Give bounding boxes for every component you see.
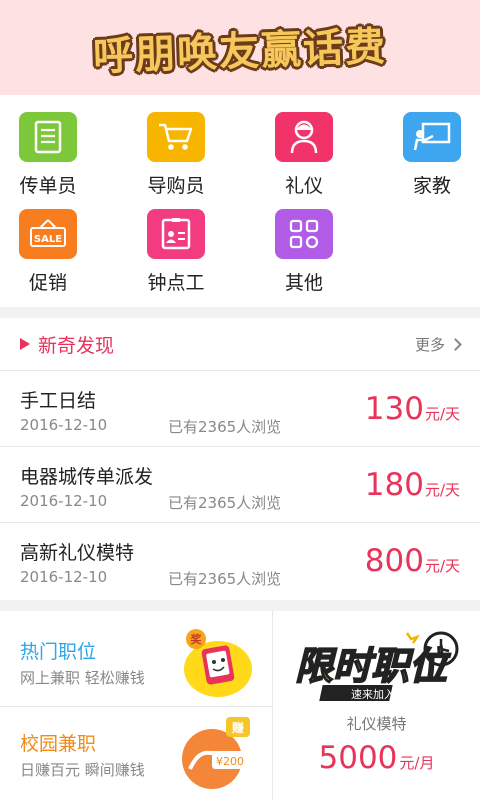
category-grid: 传单员 导购员 礼仪 家教 SALE 促销 钟点工 其他 xyxy=(0,95,480,307)
money-hand-icon: ¥200 赚 xyxy=(182,717,250,789)
grid-apps-icon xyxy=(275,209,333,259)
prize-badge: 奖 xyxy=(191,632,203,646)
cart-icon xyxy=(147,112,205,162)
job-pay: 180 元/天 xyxy=(365,467,460,503)
category-promotion[interactable]: SALE 促销 xyxy=(3,209,93,301)
pay-amount: 180 xyxy=(364,467,424,503)
sale-tag-icon: SALE xyxy=(19,209,77,259)
category-label: 礼仪 xyxy=(284,175,323,197)
job-list-item[interactable]: 手工日结 2016-12-10 已有2365人浏览 130 元/天 xyxy=(0,371,480,447)
id-card-icon xyxy=(147,209,205,259)
svg-text:SALE: SALE xyxy=(34,234,62,245)
job-title: 手工日结 xyxy=(20,390,97,412)
pay-unit: 元/天 xyxy=(424,405,460,423)
category-shopping-guide[interactable]: 导购员 xyxy=(131,112,221,204)
job-pay: 800 元/天 xyxy=(365,543,460,579)
hot-jobs-title: 热门职位 xyxy=(20,641,97,663)
campus-jobs-subtitle: 日赚百元 瞬间赚钱 xyxy=(20,761,145,779)
job-list-item[interactable]: 电器城传单派发 2016-12-10 已有2365人浏览 180 元/天 xyxy=(0,447,480,523)
category-hourly[interactable]: 钟点工 xyxy=(131,209,221,301)
pay-amount: 5000 xyxy=(318,740,398,776)
job-pay: 130 元/天 xyxy=(365,391,460,427)
phone-mascot-icon: 奖 xyxy=(184,629,252,697)
category-etiquette[interactable]: 礼仪 xyxy=(259,112,349,204)
category-flyer[interactable]: 传单员 xyxy=(3,112,93,204)
category-label: 传单员 xyxy=(19,175,77,197)
category-label: 促销 xyxy=(28,272,67,294)
job-views: 已有2365人浏览 xyxy=(168,418,282,436)
pay-amount: 130 xyxy=(364,391,424,427)
category-other[interactable]: 其他 xyxy=(259,209,349,301)
category-tutor[interactable]: 家教 xyxy=(387,112,477,204)
pay-unit: 元/月 xyxy=(399,754,435,772)
limited-time-logo: 限时职位 速来加入 xyxy=(294,631,459,701)
category-label: 家教 xyxy=(412,175,451,197)
app-page: 呼朋唤友赢话费 传单员 导购员 礼仪 家教 SALE 促销 钟点工 其他 新奇发… xyxy=(0,0,480,800)
hot-jobs-subtitle: 网上兼职 轻松赚钱 xyxy=(20,669,145,687)
tutor-board-icon xyxy=(403,112,461,162)
pay-unit: 元/天 xyxy=(424,557,460,575)
job-date: 2016-12-10 xyxy=(20,416,108,434)
hot-jobs-card[interactable]: 热门职位 网上兼职 轻松赚钱 奖 xyxy=(0,611,272,706)
section-title-text: 新奇发现 xyxy=(38,334,115,357)
job-date: 2016-12-10 xyxy=(20,568,108,586)
limited-job-pay: 5000 元/月 xyxy=(273,740,480,776)
job-list-item[interactable]: 高新礼仪模特 2016-12-10 已有2365人浏览 800 元/天 xyxy=(0,523,480,599)
job-date: 2016-12-10 xyxy=(20,492,108,510)
earn-badge: 赚 xyxy=(231,720,244,735)
chevron-right-icon xyxy=(449,337,462,351)
discover-section: 新奇发现 更多 手工日结 2016-12-10 已有2365人浏览 130 元/… xyxy=(0,318,480,600)
section-header: 新奇发现 更多 xyxy=(0,318,480,371)
promo-banner[interactable]: 呼朋唤友赢话费 xyxy=(0,0,480,95)
more-label: 更多 xyxy=(414,335,445,354)
limited-job-title: 礼仪模特 xyxy=(346,715,407,733)
job-views: 已有2365人浏览 xyxy=(168,570,282,588)
banner-title: 呼朋唤友赢话费 xyxy=(92,23,388,80)
job-title: 电器城传单派发 xyxy=(20,466,154,488)
category-label: 导购员 xyxy=(147,175,205,197)
category-label: 钟点工 xyxy=(147,272,205,294)
more-link[interactable]: 更多 xyxy=(414,334,462,355)
section-title: 新奇发现 xyxy=(20,331,114,358)
logo-text: 限时职位 xyxy=(295,644,451,688)
logo-subtitle: 速来加入 xyxy=(351,688,395,701)
campus-jobs-card[interactable]: 校园兼职 日赚百元 瞬间赚钱 ¥200 赚 xyxy=(0,707,272,800)
pay-unit: 元/天 xyxy=(424,481,460,499)
pay-amount: 800 xyxy=(364,543,424,579)
job-views: 已有2365人浏览 xyxy=(168,494,282,512)
hostess-icon xyxy=(275,112,333,162)
campus-jobs-title: 校园兼职 xyxy=(20,733,97,755)
amount-label: ¥200 xyxy=(216,755,244,768)
document-icon xyxy=(19,112,77,162)
category-label: 其他 xyxy=(284,272,323,294)
triangle-icon xyxy=(20,338,30,350)
job-title: 高新礼仪模特 xyxy=(20,542,135,564)
